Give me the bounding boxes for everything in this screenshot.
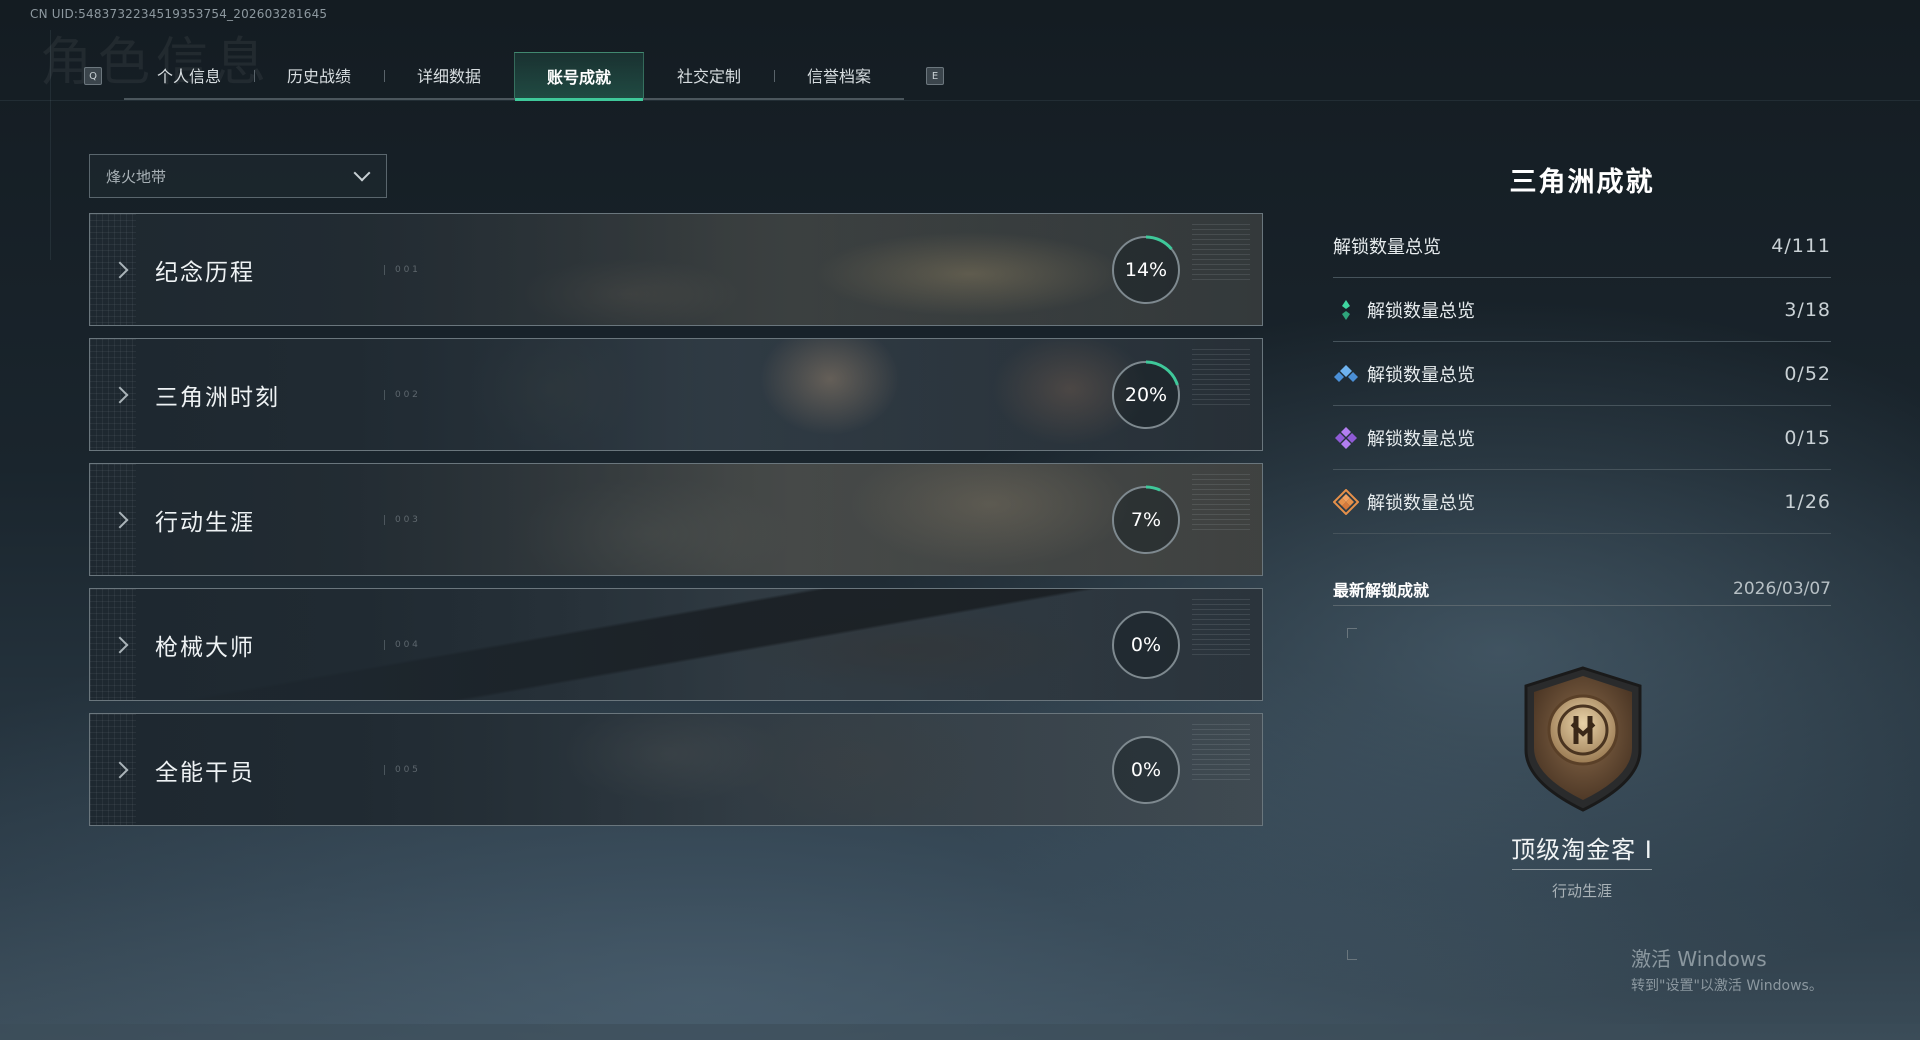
stat-value: 4/111 <box>1771 234 1831 257</box>
latest-unlock-header: 最新解锁成就 2026/03/07 <box>1333 572 1831 606</box>
chevron-down-icon <box>353 164 371 182</box>
progress-ring: 20% <box>1110 359 1182 431</box>
orange-gem-icon <box>1332 488 1360 515</box>
progress-percent: 14% <box>1124 259 1168 281</box>
tab-bar: Q 个人信息 历史战绩 详细数据 账号成就 社交定制 信誉档案 E <box>84 52 944 101</box>
stat-label: 解锁数量总览 <box>1367 492 1475 514</box>
stat-label: 解锁数量总览 <box>1333 236 1441 258</box>
tab-history[interactable]: 历史战绩 <box>254 52 384 98</box>
category-index: 0 0 2 <box>384 390 418 400</box>
purple-gem-icon <box>1333 425 1359 451</box>
tab-personal-info[interactable]: 个人信息 <box>124 52 254 98</box>
category-row-memorial[interactable]: 纪念历程 0 0 1 14% <box>89 213 1263 326</box>
stat-label: 解锁数量总览 <box>1367 364 1475 386</box>
category-name: 三角洲时刻 <box>155 385 280 411</box>
progress-ring: 0% <box>1110 734 1182 806</box>
category-index: 0 0 5 <box>384 765 418 775</box>
progress-ring: 0% <box>1110 609 1182 681</box>
stat-value: 3/18 <box>1784 298 1831 321</box>
category-row-operation-career[interactable]: 行动生涯 0 0 3 7% <box>89 463 1263 576</box>
achievement-summary-panel: 三角洲成就 解锁数量总览 4/111 解锁数量总览 3/18 解锁数量总览 0/… <box>1332 160 1831 976</box>
stat-value: 1/26 <box>1784 490 1831 513</box>
tier-row-orange: 解锁数量总览 1/26 <box>1332 470 1831 534</box>
category-name: 行动生涯 <box>155 510 255 536</box>
achievement-badge-icon <box>1514 664 1652 814</box>
stat-label: 解锁数量总览 <box>1367 300 1475 322</box>
category-name: 纪念历程 <box>155 260 255 286</box>
category-row-all-round-operator[interactable]: 全能干员 0 0 5 0% <box>89 713 1263 826</box>
tier-row-blue: 解锁数量总览 0/52 <box>1333 342 1831 406</box>
total-unlock-row: 解锁数量总览 4/111 <box>1333 214 1831 278</box>
progress-percent: 0% <box>1130 634 1162 656</box>
tab-account-achievements[interactable]: 账号成就 <box>514 52 644 101</box>
category-list: 纪念历程 0 0 1 14% 三角洲时刻 0 0 2 20% 行动生涯 0 0 … <box>89 213 1263 838</box>
achievement-category: 行动生涯 <box>1551 882 1612 900</box>
category-name: 全能干员 <box>155 760 255 786</box>
tab-reputation[interactable]: 信誉档案 <box>774 52 904 98</box>
stat-value: 0/52 <box>1784 362 1831 385</box>
bottom-bar <box>0 1024 1920 1040</box>
tier-row-green: 解锁数量总览 3/18 <box>1333 278 1831 342</box>
divider <box>1512 869 1652 870</box>
category-index: 0 0 3 <box>384 515 418 525</box>
panel-title: 三角洲成就 <box>1509 167 1655 198</box>
category-row-delta-moments[interactable]: 三角洲时刻 0 0 2 20% <box>89 338 1263 451</box>
progress-ring: 14% <box>1110 234 1182 306</box>
progress-ring: 7% <box>1110 484 1182 556</box>
progress-percent: 0% <box>1130 759 1162 781</box>
latest-unlock-label: 最新解锁成就 <box>1333 580 1430 600</box>
achievement-name: 顶级淘金客 I <box>1511 836 1653 864</box>
mode-dropdown[interactable]: 烽火地带 <box>89 154 387 198</box>
uid-text: CN UID:5483732234519353754_202603281645 <box>30 7 328 21</box>
stat-label: 解锁数量总览 <box>1367 428 1475 450</box>
category-name: 枪械大师 <box>155 635 255 661</box>
latest-achievement-showcase[interactable]: 顶级淘金客 I 行动生涯 <box>1333 606 1831 976</box>
mode-dropdown-value: 烽火地带 <box>106 167 167 186</box>
stat-value: 0/15 <box>1784 426 1831 449</box>
category-index: 0 0 4 <box>384 640 418 650</box>
windows-activation-watermark: 激活 Windows 转到"设置"以激活 Windows。 <box>1631 947 1823 994</box>
green-gem-icon <box>1333 297 1359 323</box>
tab-detailed-data[interactable]: 详细数据 <box>384 52 514 98</box>
progress-percent: 7% <box>1130 509 1162 531</box>
q-key-hint[interactable]: Q <box>84 67 102 85</box>
tabs: 个人信息 历史战绩 详细数据 账号成就 社交定制 信誉档案 <box>124 52 904 101</box>
category-row-weapon-master[interactable]: 枪械大师 0 0 4 0% <box>89 588 1263 701</box>
latest-unlock-date: 2026/03/07 <box>1733 578 1831 599</box>
category-index: 0 0 1 <box>384 265 418 275</box>
divider <box>0 100 1920 101</box>
tab-social-custom[interactable]: 社交定制 <box>644 52 774 98</box>
tier-row-purple: 解锁数量总览 0/15 <box>1333 406 1831 470</box>
progress-percent: 20% <box>1124 384 1168 406</box>
e-key-hint[interactable]: E <box>926 67 944 85</box>
blue-gem-icon <box>1333 361 1359 387</box>
